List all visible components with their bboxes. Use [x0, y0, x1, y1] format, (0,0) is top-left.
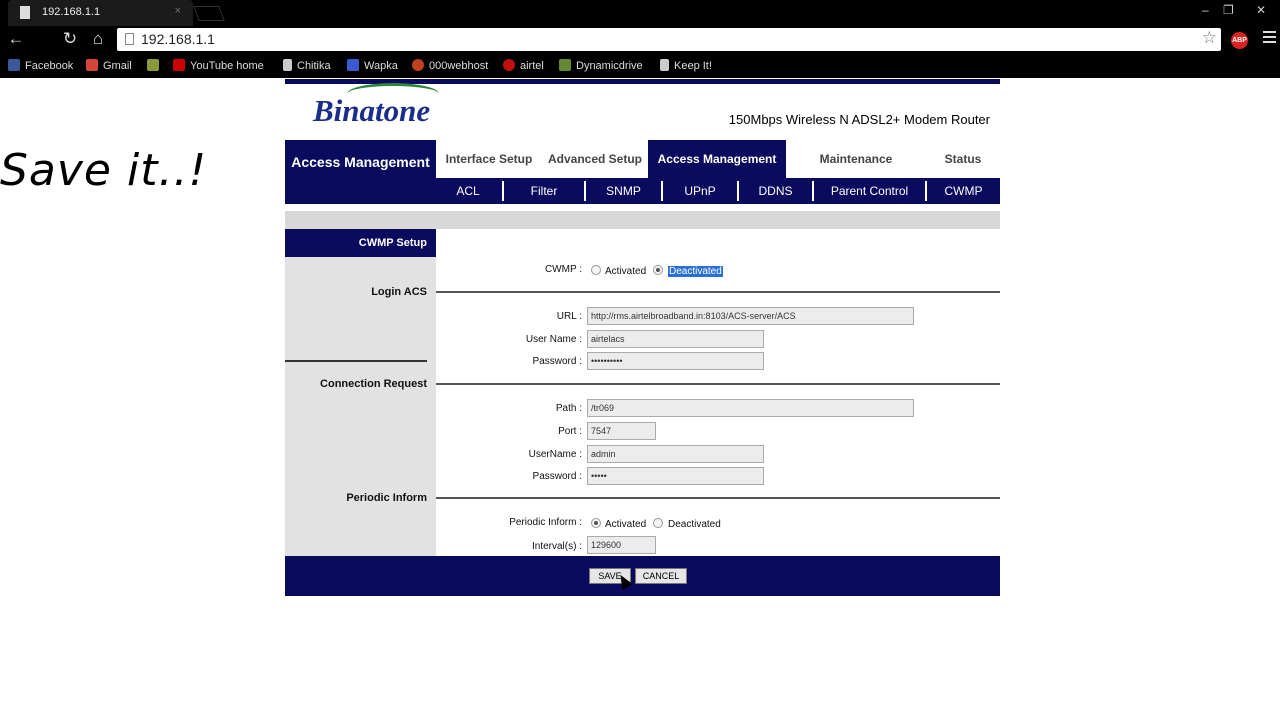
cancel-button[interactable]: CANCEL [635, 568, 687, 584]
section-header: CWMP Setup [285, 229, 436, 257]
close-window-icon[interactable]: ✕ [1256, 3, 1266, 17]
router-admin-panel: Binatone 150Mbps Wireless N ADSL2+ Modem… [285, 79, 1000, 599]
browser-toolbar: ← ↻ ⌂ 192.168.1.1 ☆ ABP [0, 26, 1280, 54]
sub-nav: ACL Filter SNMP UPnP DDNS Parent Control… [436, 178, 1000, 204]
bookmark-keepit[interactable]: Keep It! [660, 59, 712, 72]
page-icon [20, 6, 30, 19]
image-icon [147, 59, 159, 71]
reload-icon[interactable]: ↻ [59, 29, 81, 49]
bookmarks-bar: Facebook Gmail YouTube home Chitika Wapk… [0, 54, 1280, 78]
page-icon [125, 33, 134, 45]
connection-request-title: Connection Request [320, 378, 427, 390]
subnav-cwmp[interactable]: CWMP [927, 178, 1000, 204]
bookmark-wapka[interactable]: Wapka [347, 59, 398, 72]
acs-password-label: Password : [532, 356, 582, 367]
minimize-icon[interactable]: – [1202, 3, 1209, 17]
periodic-inform-title: Periodic Inform [346, 492, 427, 504]
cr-username-label: UserName : [528, 449, 582, 460]
wapka-icon [347, 59, 359, 71]
webhost-icon [412, 59, 424, 71]
nav-status[interactable]: Status [926, 140, 1000, 178]
bookmark-airtel[interactable]: airtel [503, 59, 544, 72]
login-acs-title: Login ACS [371, 286, 427, 298]
router-model: 150Mbps Wireless N ADSL2+ Modem Router [728, 112, 990, 127]
periodic-deactivated-label: Deactivated [668, 519, 721, 530]
page-icon [660, 59, 669, 71]
content-band [285, 211, 1000, 229]
bookmark-youtube[interactable]: YouTube home [173, 59, 264, 72]
periodic-activated-label: Activated [605, 519, 647, 530]
acs-url-input[interactable]: http://rms.airtelbroadband.in:8103/ACS-s… [587, 307, 914, 325]
bookmark-000webhost[interactable]: 000webhost [412, 59, 488, 72]
new-tab-button[interactable] [193, 6, 225, 21]
page-content: Save it..! Binatone 150Mbps Wireless N A… [0, 79, 1280, 720]
browser-titlebar: 192.168.1.1 × – ❐ ✕ [0, 0, 1280, 26]
nav-maintenance[interactable]: Maintenance [786, 140, 926, 178]
interval-label: Interval(s) : [531, 541, 582, 552]
bookmark-dynamicdrive[interactable]: Dynamicdrive [559, 59, 643, 72]
bookmark-facebook[interactable]: Facebook [8, 59, 73, 72]
section-divider [436, 291, 1000, 293]
interval-input[interactable]: 129600 [587, 536, 656, 554]
subnav-snmp[interactable]: SNMP [586, 178, 661, 204]
cwmp-deactivated-label: Deactivated [668, 266, 723, 277]
menu-icon[interactable] [1263, 31, 1276, 46]
cwmp-activated-label: Activated [605, 266, 647, 277]
path-input[interactable]: /tr069 [587, 399, 914, 417]
close-tab-icon[interactable]: × [175, 5, 181, 17]
path-label: Path : [555, 403, 582, 414]
section-divider [436, 497, 1000, 499]
cwmp-activated-radio[interactable] [591, 265, 601, 275]
address-url[interactable]: 192.168.1.1 [141, 31, 215, 47]
cr-username-input[interactable]: admin [587, 445, 764, 463]
bookmark-chitika[interactable]: Chitika [283, 59, 331, 72]
periodic-inform-label: Periodic Inform : [509, 517, 582, 528]
subnav-acl[interactable]: ACL [436, 178, 500, 204]
bookmark-gmail[interactable]: Gmail [86, 59, 132, 72]
youtube-icon [173, 59, 185, 71]
subnav-upnp[interactable]: UPnP [663, 178, 737, 204]
port-label: Port : [558, 426, 582, 437]
overlay-note: Save it..! [0, 145, 208, 196]
periodic-activated-radio[interactable] [591, 518, 601, 528]
airtel-icon [503, 59, 515, 71]
section-divider [285, 360, 427, 362]
gmail-icon [86, 59, 98, 71]
section-divider [436, 383, 1000, 385]
bookmark-star-icon[interactable]: ☆ [1202, 28, 1217, 48]
address-bar[interactable]: 192.168.1.1 ☆ [117, 28, 1221, 51]
acs-url-label: URL : [556, 311, 582, 322]
acs-username-label: User Name : [525, 334, 582, 345]
restore-icon[interactable]: ❐ [1223, 3, 1234, 17]
adblock-icon[interactable]: ABP [1231, 32, 1248, 49]
action-bar: SAVE CANCEL [285, 556, 1000, 596]
nav-interface-setup[interactable]: Interface Setup [436, 140, 542, 178]
subnav-filter[interactable]: Filter [504, 178, 584, 204]
periodic-deactivated-radio[interactable] [653, 518, 663, 528]
facebook-icon [8, 59, 20, 71]
subnav-parent-control[interactable]: Parent Control [814, 178, 925, 204]
main-nav: Interface Setup Advanced Setup Access Ma… [436, 140, 1000, 178]
acs-password-input[interactable]: •••••••••• [587, 352, 764, 370]
current-section-title: Access Management [285, 140, 436, 204]
subnav-ddns[interactable]: DDNS [739, 178, 812, 204]
brand-logo: Binatone [313, 93, 431, 128]
tab-title: 192.168.1.1 [42, 6, 101, 18]
dynamicdrive-icon [559, 59, 571, 71]
browser-tab[interactable]: 192.168.1.1 × [8, 0, 193, 26]
home-icon[interactable]: ⌂ [87, 29, 109, 49]
cr-password-input[interactable]: ••••• [587, 467, 764, 485]
cwmp-label: CWMP : [544, 264, 582, 275]
cr-password-label: Password : [532, 471, 582, 482]
page-icon [283, 59, 292, 71]
nav-advanced-setup[interactable]: Advanced Setup [542, 140, 648, 178]
cwmp-deactivated-radio[interactable] [653, 265, 663, 275]
nav-access-management[interactable]: Access Management [648, 140, 786, 178]
acs-username-input[interactable]: airtelacs [587, 330, 764, 348]
bookmark-image[interactable] [147, 59, 164, 72]
back-icon[interactable]: ← [5, 29, 27, 49]
section-sidebar: CWMP Setup Login ACS Connection Request … [285, 229, 436, 556]
port-input[interactable]: 7547 [587, 422, 656, 440]
